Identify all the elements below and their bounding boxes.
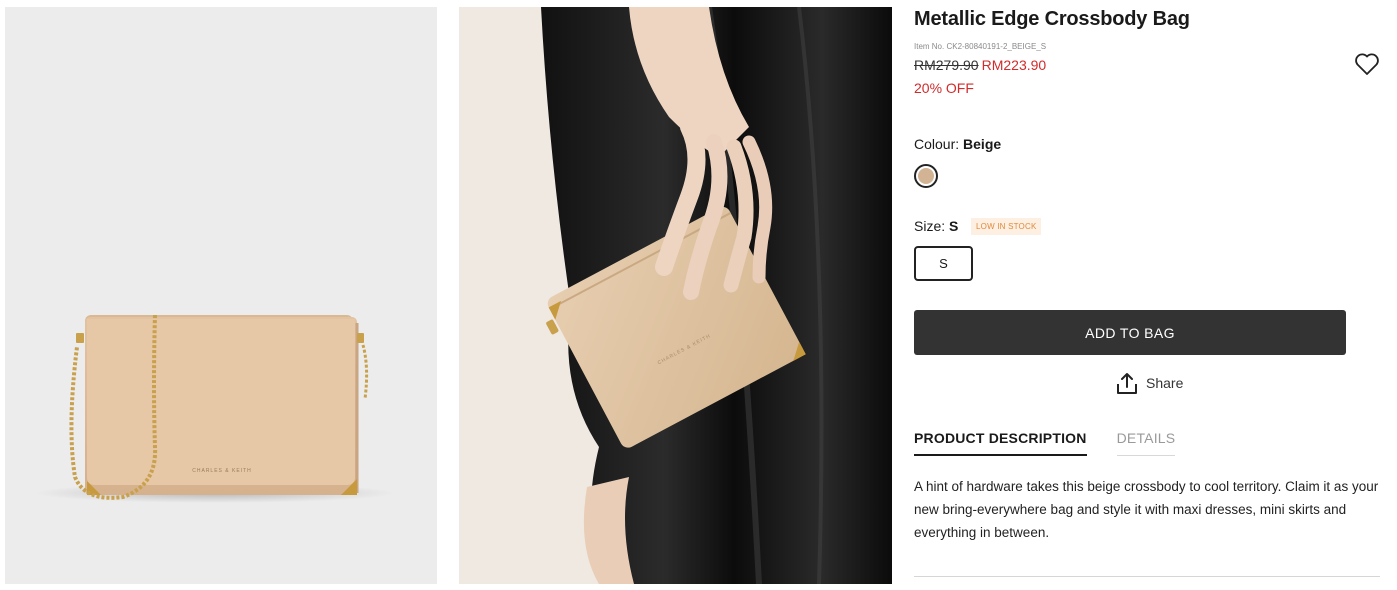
share-icon <box>1117 373 1137 394</box>
sale-price: RM223.90 <box>981 57 1047 73</box>
product-front-image[interactable]: CHARLES & KEITH <box>5 7 437 584</box>
share-label: Share <box>1146 375 1184 391</box>
size-label: Size: S <box>914 218 958 234</box>
stock-badge: LOW IN STOCK <box>971 218 1042 235</box>
wishlist-heart-icon[interactable] <box>1354 52 1380 76</box>
price-row: RM279.90 RM223.90 <box>914 57 1046 73</box>
swatch-fill <box>918 168 934 184</box>
size-label-text: Size: <box>914 218 946 234</box>
product-title: Metallic Edge Crossbody Bag <box>914 8 1190 30</box>
size-option-s[interactable]: S <box>914 246 973 281</box>
add-to-bag-button[interactable]: ADD TO BAG <box>914 310 1346 355</box>
colour-label: Colour: Beige <box>914 136 1001 152</box>
discount-label: 20% OFF <box>914 80 974 96</box>
tab-product-description[interactable]: PRODUCT DESCRIPTION <box>914 430 1087 456</box>
original-price: RM279.90 <box>914 57 979 73</box>
brand-stamp: CHARLES & KEITH <box>192 468 251 474</box>
description-tabs: PRODUCT DESCRIPTION DETAILS <box>914 430 1205 456</box>
tab-details[interactable]: DETAILS <box>1116 430 1176 456</box>
item-number: Item No. CK2-80840191-2_BEIGE_S <box>914 42 1047 51</box>
share-button[interactable]: Share <box>1116 371 1183 395</box>
product-model-image[interactable]: CHARLES & KEITH <box>459 7 892 584</box>
size-value: S <box>949 218 959 234</box>
colour-swatch-beige[interactable] <box>914 164 938 188</box>
product-description-text: A hint of hardware takes this beige cros… <box>914 479 1379 540</box>
colour-value: Beige <box>963 136 1002 152</box>
bag-illustration: CHARLES & KEITH <box>35 314 395 503</box>
divider <box>914 576 1380 577</box>
product-info-panel: Metallic Edge Crossbody Bag Item No. CK2… <box>914 0 1380 590</box>
model-illustration: CHARLES & KEITH <box>459 7 892 584</box>
colour-label-text: Colour: <box>914 136 960 152</box>
